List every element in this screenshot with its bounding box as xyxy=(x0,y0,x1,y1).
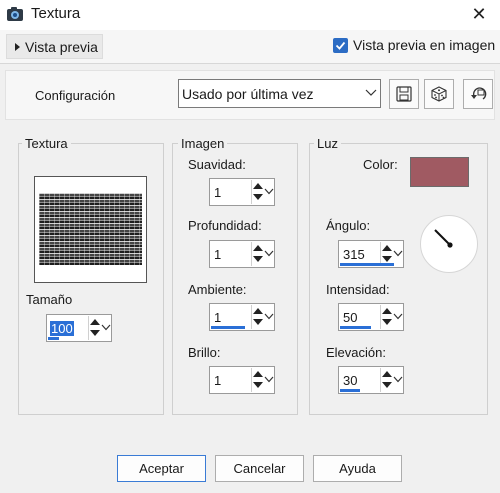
size-dropdown-icon[interactable] xyxy=(101,324,111,331)
elevacion-value[interactable]: 30 xyxy=(343,373,357,388)
accept-button[interactable]: Aceptar xyxy=(117,455,206,482)
preview-toggle-button[interactable]: Vista previa xyxy=(6,34,103,59)
check-icon xyxy=(335,41,346,50)
ambiente-down-arrow-icon[interactable] xyxy=(253,319,263,325)
elevacion-slider-fill[interactable] xyxy=(340,389,360,392)
elevacion-up-arrow-icon[interactable] xyxy=(382,371,392,377)
angulo-dropdown-icon[interactable] xyxy=(393,250,403,257)
title-bar: Textura ✕ xyxy=(0,0,500,30)
suavidad-down-arrow-icon[interactable] xyxy=(253,194,263,200)
brillo-value[interactable]: 1 xyxy=(214,373,221,388)
size-stepper[interactable]: 100 xyxy=(46,314,112,342)
angulo-stepper[interactable]: 315 xyxy=(338,240,404,268)
brillo-dropdown-icon[interactable] xyxy=(264,376,274,383)
app-camera-icon xyxy=(6,6,24,22)
angle-dial-needle-icon xyxy=(434,229,453,248)
ambiente-label: Ambiente: xyxy=(188,282,247,297)
help-button[interactable]: Ayuda xyxy=(313,455,402,482)
ambiente-value[interactable]: 1 xyxy=(214,310,221,325)
profundidad-up-arrow-icon[interactable] xyxy=(253,245,263,251)
dice-icon xyxy=(431,86,447,102)
angulo-slider-fill[interactable] xyxy=(340,263,394,266)
intensidad-up-arrow-icon[interactable] xyxy=(382,308,392,314)
angulo-value[interactable]: 315 xyxy=(343,247,365,262)
preview-toggle-label: Vista previa xyxy=(25,39,98,55)
intensidad-label: Intensidad: xyxy=(326,282,390,297)
preview-bar: Vista previa Vista previa en imagen xyxy=(0,30,500,64)
config-preset-value: Usado por última vez xyxy=(182,86,314,102)
suavidad-stepper[interactable]: 1 xyxy=(209,178,275,206)
intensidad-value[interactable]: 50 xyxy=(343,310,357,325)
light-color-swatch[interactable] xyxy=(410,157,469,187)
save-preset-button[interactable] xyxy=(389,79,419,109)
brillo-label: Brillo: xyxy=(188,345,221,360)
close-icon[interactable]: ✕ xyxy=(466,3,492,27)
window-title: Textura xyxy=(31,5,81,22)
brillo-down-arrow-icon[interactable] xyxy=(253,382,263,388)
profundidad-dropdown-icon[interactable] xyxy=(264,250,274,257)
brillo-stepper[interactable]: 1 xyxy=(209,366,275,394)
random-button[interactable] xyxy=(424,79,454,109)
intensidad-dropdown-icon[interactable] xyxy=(393,313,403,320)
elevacion-down-arrow-icon[interactable] xyxy=(382,382,392,388)
imagen-group-title: Imagen xyxy=(178,136,228,151)
angulo-label: Ángulo: xyxy=(326,218,371,233)
ambiente-dropdown-icon[interactable] xyxy=(264,313,274,320)
brillo-up-arrow-icon[interactable] xyxy=(253,371,263,377)
reset-button[interactable] xyxy=(463,79,493,109)
size-up-arrow-icon[interactable] xyxy=(90,319,100,325)
size-label: Tamaño xyxy=(26,292,73,307)
suavidad-up-arrow-icon[interactable] xyxy=(253,183,263,189)
ambiente-slider-fill[interactable] xyxy=(211,326,245,329)
expand-triangle-icon xyxy=(15,43,20,51)
elevacion-label: Elevación: xyxy=(326,345,386,360)
size-value[interactable]: 100 xyxy=(50,321,74,336)
texture-image xyxy=(39,193,142,265)
reset-icon xyxy=(471,87,487,100)
chevron-down-icon xyxy=(365,89,377,96)
save-icon xyxy=(396,86,412,102)
angle-dial[interactable] xyxy=(420,215,478,273)
profundidad-value[interactable]: 1 xyxy=(214,247,221,262)
profundidad-label: Profundidad: xyxy=(188,218,262,233)
size-down-arrow-icon[interactable] xyxy=(90,330,100,336)
profundidad-down-arrow-icon[interactable] xyxy=(253,256,263,262)
angulo-up-arrow-icon[interactable] xyxy=(382,245,392,251)
luz-group-title: Luz xyxy=(314,136,341,151)
texture-preview-thumbnail[interactable] xyxy=(34,176,147,283)
ambiente-stepper[interactable]: 1 xyxy=(209,303,275,331)
intensidad-down-arrow-icon[interactable] xyxy=(382,319,392,325)
intensidad-slider-fill[interactable] xyxy=(340,326,371,329)
cancel-button[interactable]: Cancelar xyxy=(215,455,304,482)
elevacion-dropdown-icon[interactable] xyxy=(393,376,403,383)
textura-group-title: Textura xyxy=(22,136,71,151)
preview-in-image-label: Vista previa en imagen xyxy=(353,37,496,53)
suavidad-value[interactable]: 1 xyxy=(214,185,221,200)
size-slider-fill[interactable] xyxy=(48,337,59,340)
config-preset-select[interactable]: Usado por última vez xyxy=(178,79,381,108)
suavidad-dropdown-icon[interactable] xyxy=(264,188,274,195)
ambiente-up-arrow-icon[interactable] xyxy=(253,308,263,314)
intensidad-stepper[interactable]: 50 xyxy=(338,303,404,331)
color-label: Color: xyxy=(363,157,398,172)
angulo-down-arrow-icon[interactable] xyxy=(382,256,392,262)
elevacion-stepper[interactable]: 30 xyxy=(338,366,404,394)
preview-in-image-checkbox[interactable] xyxy=(333,38,348,53)
suavidad-label: Suavidad: xyxy=(188,157,246,172)
profundidad-stepper[interactable]: 1 xyxy=(209,240,275,268)
config-label: Configuración xyxy=(35,88,116,103)
